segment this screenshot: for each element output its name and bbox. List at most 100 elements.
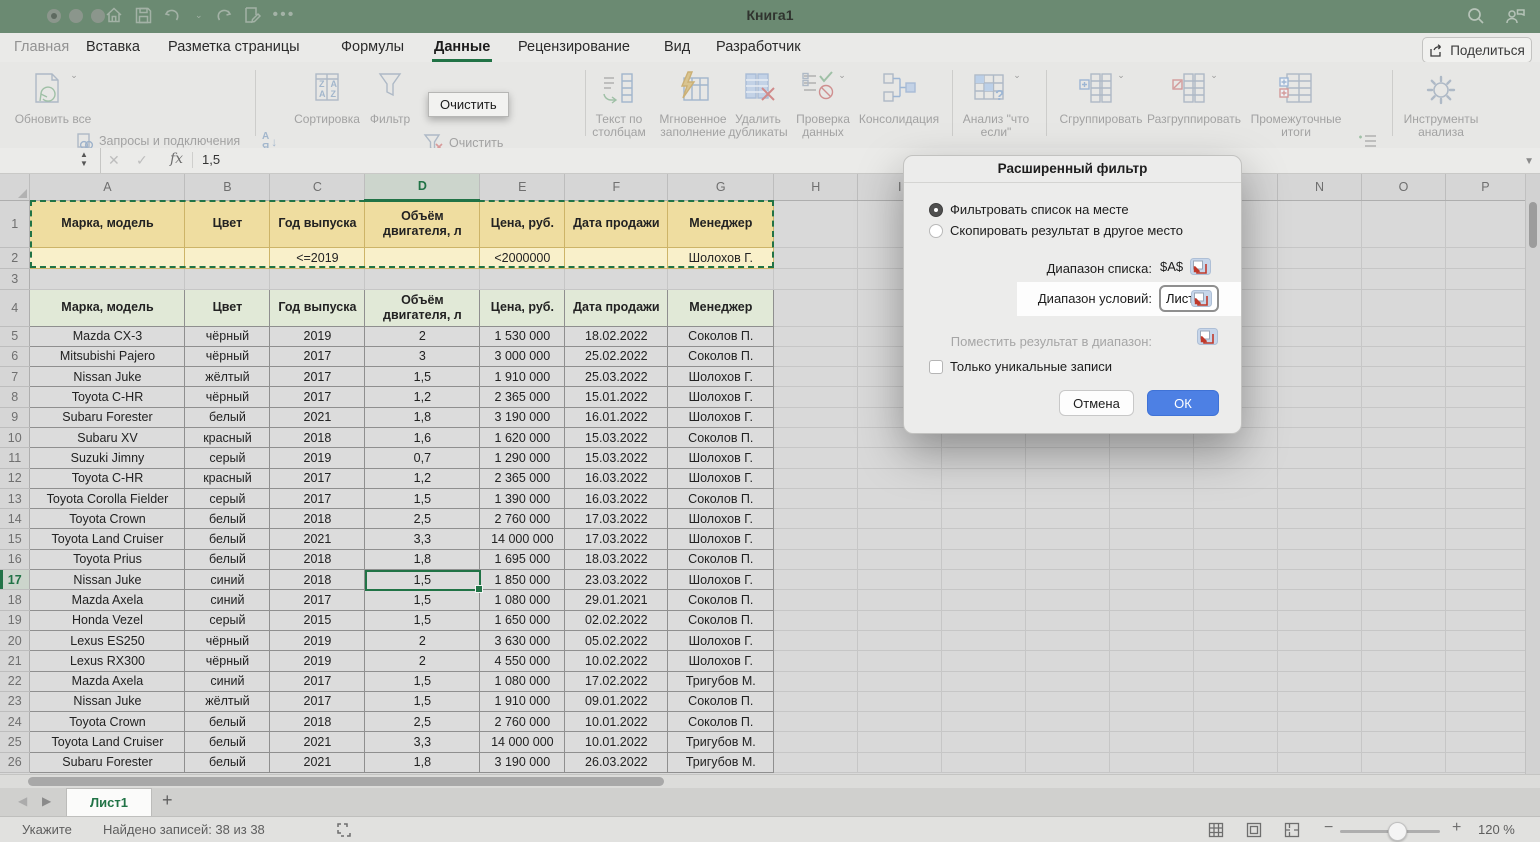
cell-B17[interactable]: синий [185, 570, 270, 590]
page-layout-view-icon[interactable] [1246, 822, 1262, 838]
cell-B7[interactable]: жёлтый [185, 367, 270, 387]
cell-G14[interactable]: Шолохов Г. [668, 509, 774, 529]
cell-B8[interactable]: чёрный [185, 387, 270, 407]
sheet-tab-list1[interactable]: Лист1 [66, 788, 152, 817]
cell-M18[interactable] [1194, 590, 1278, 610]
cell-B18[interactable]: синий [185, 590, 270, 610]
cell-E18[interactable]: 1 080 000 [480, 590, 565, 610]
cell-B2[interactable] [185, 247, 270, 268]
row-header-4[interactable]: 4 [0, 289, 30, 326]
cell-D12[interactable]: 1,2 [365, 468, 480, 488]
cell-N2[interactable] [1278, 247, 1362, 268]
horizontal-scrollbar[interactable] [0, 774, 1540, 789]
col-header-B[interactable]: B [185, 174, 270, 200]
cell-I17[interactable] [858, 570, 942, 590]
cell-J26[interactable] [942, 752, 1026, 772]
cell-D5[interactable]: 2 [365, 326, 480, 346]
cell-B21[interactable]: чёрный [185, 651, 270, 671]
cell-I18[interactable] [858, 590, 942, 610]
cell-C9[interactable]: 2021 [270, 407, 365, 427]
cell-E6[interactable]: 3 000 000 [480, 346, 565, 366]
cell-O3[interactable] [1361, 268, 1445, 289]
formula-bar-expand-icon[interactable]: ▼ [1524, 156, 1534, 167]
cell-L14[interactable] [1110, 509, 1194, 529]
row-header-9[interactable]: 9 [0, 407, 30, 427]
cell-B19[interactable]: серый [185, 610, 270, 630]
cell-O1[interactable] [1361, 200, 1445, 247]
ribbon-show-detail-button[interactable] [1356, 134, 1378, 148]
cell-G15[interactable]: Шолохов Г. [668, 529, 774, 549]
cell-O12[interactable] [1361, 468, 1445, 488]
row-header-11[interactable]: 11 [0, 448, 30, 468]
cell-D20[interactable]: 2 [365, 630, 480, 650]
cell-D17[interactable]: 1,5 [365, 570, 480, 590]
cell-A5[interactable]: Mazda CX-3 [30, 326, 185, 346]
cell-A22[interactable]: Mazda Axela [30, 671, 185, 691]
cell-H8[interactable] [774, 387, 858, 407]
cell-B1[interactable]: Цвет [185, 200, 270, 247]
cell-I21[interactable] [858, 651, 942, 671]
cell-O17[interactable] [1361, 570, 1445, 590]
cell-G16[interactable]: Соколов П. [668, 549, 774, 569]
cell-K21[interactable] [1026, 651, 1110, 671]
cell-F20[interactable]: 05.02.2022 [565, 630, 668, 650]
cell-N12[interactable] [1278, 468, 1362, 488]
cell-M22[interactable] [1194, 671, 1278, 691]
cell-O14[interactable] [1361, 509, 1445, 529]
cell-P4[interactable] [1445, 289, 1525, 326]
cell-D18[interactable]: 1,5 [365, 590, 480, 610]
cell-J11[interactable] [942, 448, 1026, 468]
row-header-10[interactable]: 10 [0, 427, 30, 447]
cell-K24[interactable] [1026, 712, 1110, 732]
cell-P12[interactable] [1445, 468, 1525, 488]
cell-P22[interactable] [1445, 671, 1525, 691]
cell-B10[interactable]: красный [185, 427, 270, 447]
vertical-scrollbar[interactable] [1525, 174, 1540, 774]
cell-O23[interactable] [1361, 691, 1445, 711]
cell-H13[interactable] [774, 488, 858, 508]
cell-F4[interactable]: Дата продажи [565, 289, 668, 326]
row-header-3[interactable]: 3 [0, 268, 30, 289]
ribbon-group-button[interactable]: ⌄Сгруппировать [1056, 68, 1146, 126]
col-header-G[interactable]: G [668, 174, 774, 200]
share-button[interactable]: Поделиться [1422, 37, 1532, 63]
cell-H16[interactable] [774, 549, 858, 569]
cell-G1[interactable]: Менеджер [668, 200, 774, 247]
cell-K11[interactable] [1026, 448, 1110, 468]
cell-C14[interactable]: 2018 [270, 509, 365, 529]
ribbon-sort-button[interactable]: ZAAZСортировка [290, 68, 364, 126]
cell-G4[interactable]: Менеджер [668, 289, 774, 326]
cell-P25[interactable] [1445, 732, 1525, 752]
cell-K20[interactable] [1026, 630, 1110, 650]
cell-K22[interactable] [1026, 671, 1110, 691]
cell-O19[interactable] [1361, 610, 1445, 630]
cell-F21[interactable]: 10.02.2022 [565, 651, 668, 671]
cell-C4[interactable]: Год выпуска [270, 289, 365, 326]
filter-in-place-radio[interactable] [929, 203, 943, 217]
cell-O24[interactable] [1361, 712, 1445, 732]
cell-H23[interactable] [774, 691, 858, 711]
cell-L12[interactable] [1110, 468, 1194, 488]
cell-H18[interactable] [774, 590, 858, 610]
cell-D2[interactable] [365, 247, 480, 268]
cell-N23[interactable] [1278, 691, 1362, 711]
cell-E17[interactable]: 1 850 000 [480, 570, 565, 590]
cell-E4[interactable]: Цена, руб. [480, 289, 565, 326]
row-header-26[interactable]: 26 [0, 752, 30, 772]
cell-F5[interactable]: 18.02.2022 [565, 326, 668, 346]
cell-A19[interactable]: Honda Vezel [30, 610, 185, 630]
cell-G19[interactable]: Соколов П. [668, 610, 774, 630]
cell-F13[interactable]: 16.03.2022 [565, 488, 668, 508]
cell-N20[interactable] [1278, 630, 1362, 650]
cell-J16[interactable] [942, 549, 1026, 569]
cell-G2[interactable]: Шолохов Г. [668, 247, 774, 268]
cell-I11[interactable] [858, 448, 942, 468]
tab-данные[interactable]: Данные [434, 33, 490, 62]
cell-D7[interactable]: 1,5 [365, 367, 480, 387]
page-break-view-icon[interactable] [1284, 822, 1300, 838]
cell-B6[interactable]: чёрный [185, 346, 270, 366]
cell-L17[interactable] [1110, 570, 1194, 590]
cell-O20[interactable] [1361, 630, 1445, 650]
tab-разметка-страницы[interactable]: Разметка страницы [168, 33, 300, 62]
cell-F12[interactable]: 16.03.2022 [565, 468, 668, 488]
